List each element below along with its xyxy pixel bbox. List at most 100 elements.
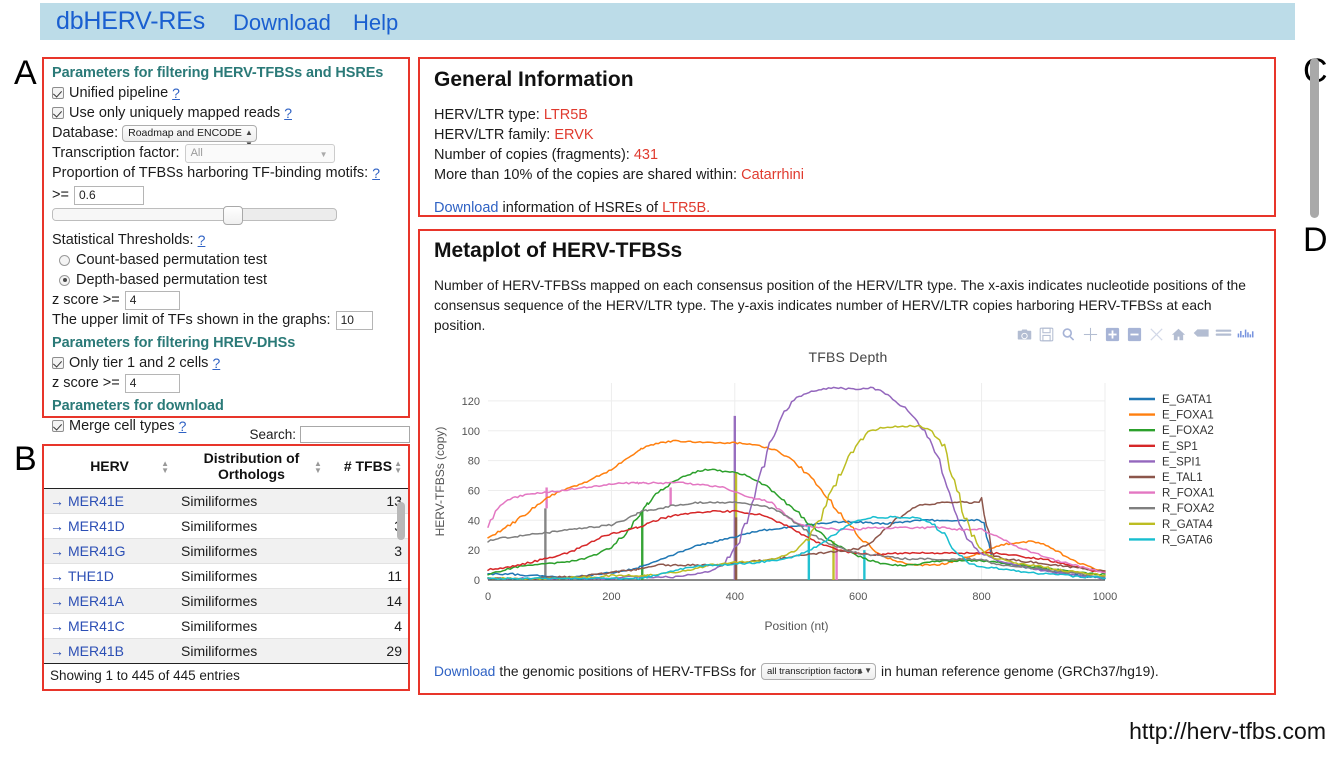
proportion-slider-thumb[interactable]	[223, 206, 243, 225]
only-tier-help-icon[interactable]: ?	[212, 353, 220, 373]
table-row[interactable]: →MER41DSimiliformes3	[44, 514, 408, 539]
dhs-section-heading: Parameters for filtering HREV-DHSs	[52, 335, 400, 351]
autoscale-icon[interactable]	[1149, 327, 1164, 342]
plotly-modebar[interactable]	[1017, 327, 1252, 342]
legend-item-e_tal1[interactable]: E_TAL1	[1129, 472, 1203, 484]
home-reset-icon[interactable]	[1171, 327, 1186, 342]
unique-reads-checkbox[interactable]	[52, 107, 64, 119]
cell-herv[interactable]: →MER41G	[44, 539, 175, 564]
depth-based-radio[interactable]	[59, 275, 70, 286]
count-based-label: Count-based permutation test	[76, 250, 267, 270]
legend-item-e_spi1[interactable]: E_SPI1	[1129, 456, 1201, 468]
only-tier-row[interactable]: Only tier 1 and 2 cells ?	[52, 353, 400, 373]
herv-link[interactable]: MER41E	[68, 493, 124, 509]
legend-item-r_gata4[interactable]: R_GATA4	[1129, 519, 1213, 531]
herv-table-head: HERV ▲▼ Distribution of Orthologs ▲▼ # T…	[44, 446, 408, 489]
column-header-herv[interactable]: HERV ▲▼	[44, 446, 175, 489]
table-row[interactable]: →MER41GSimiliformes3	[44, 539, 408, 564]
nav-link-download[interactable]: Download	[233, 10, 331, 36]
compare-data-icon[interactable]	[1215, 327, 1230, 342]
herv-link[interactable]: MER41C	[68, 618, 125, 634]
herv-link[interactable]: MER41A	[68, 593, 124, 609]
table-scrollbar[interactable]	[397, 502, 405, 540]
cell-orthologs: Similiformes	[175, 639, 328, 664]
site-url: http://herv-tfbs.com	[1129, 718, 1326, 745]
search-input[interactable]	[300, 426, 410, 443]
browser-scrollbar[interactable]	[1310, 58, 1319, 218]
database-select-value: Roadmap and ENCODE	[128, 127, 242, 139]
column-header-orthologs[interactable]: Distribution of Orthologs ▲▼	[175, 446, 328, 489]
unique-reads-row[interactable]: Use only uniquely mapped reads ?	[52, 103, 400, 123]
legend-item-r_foxa1[interactable]: R_FOXA1	[1129, 488, 1214, 500]
proportion-slider-fill	[53, 209, 229, 220]
svg-text:600: 600	[849, 591, 867, 603]
tfbs-download-link[interactable]: Download	[434, 664, 495, 679]
copies-label: Number of copies (fragments):	[434, 147, 630, 163]
table-row[interactable]: →MER41ASimiliformes14	[44, 589, 408, 614]
legend-item-r_gata6[interactable]: R_GATA6	[1129, 534, 1213, 546]
cell-herv[interactable]: →MER41E	[44, 489, 175, 514]
column-header-tfbs[interactable]: # TFBS ▲▼	[328, 446, 408, 489]
table-row[interactable]: →THE1DSimiliformes11	[44, 564, 408, 589]
legend-item-e_gata1[interactable]: E_GATA1	[1129, 394, 1212, 406]
cell-herv[interactable]: →THE1D	[44, 564, 175, 589]
pan-icon[interactable]	[1083, 327, 1098, 342]
cell-herv[interactable]: →MER41B	[44, 639, 175, 664]
zscore-input[interactable]: 4	[125, 291, 180, 310]
sort-icon[interactable]: ▲▼	[161, 460, 169, 474]
toggle-spike-icon[interactable]	[1193, 327, 1208, 342]
unified-pipeline-row[interactable]: Unified pipeline ?	[52, 83, 400, 103]
transcription-factor-row: Transcription factor: All ▼	[52, 143, 400, 163]
save-disk-icon[interactable]	[1039, 327, 1054, 342]
cell-herv[interactable]: →MER41D	[44, 514, 175, 539]
nav-link-help[interactable]: Help	[353, 10, 398, 36]
sort-icon[interactable]: ▲▼	[394, 460, 402, 474]
chart-svg[interactable]: 02040608010012002004006008001000Position…	[428, 373, 1268, 638]
herv-family-value: ERVK	[554, 127, 593, 143]
transcription-factor-select[interactable]: All ▼	[185, 144, 335, 163]
table-row[interactable]: →MER41ESimiliformes13	[44, 489, 408, 514]
herv-link[interactable]: THE1D	[68, 568, 114, 584]
proportion-help-icon[interactable]: ?	[372, 163, 380, 183]
only-tier-checkbox[interactable]	[52, 357, 64, 369]
count-based-row[interactable]: Count-based permutation test	[52, 250, 400, 270]
herv-type-row: HERV/LTR type: LTR5B	[434, 106, 1274, 125]
legend-label: E_FOXA1	[1162, 410, 1214, 422]
hsre-download-link[interactable]: Download	[434, 200, 499, 216]
tf-limit-input[interactable]: 10	[336, 311, 373, 330]
database-select[interactable]: Roadmap and ENCODE ▲▼	[122, 125, 257, 142]
metaplot-chart[interactable]: TFBS Depth 02040608010012002004006008001…	[428, 349, 1268, 649]
unique-reads-help-icon[interactable]: ?	[284, 103, 292, 123]
legend-item-e_sp1[interactable]: E_SP1	[1129, 441, 1198, 453]
database-label: Database:	[52, 123, 118, 143]
herv-link[interactable]: MER41D	[68, 518, 125, 534]
brand-logo[interactable]: dbHERV-REs	[56, 7, 205, 36]
unified-pipeline-help-icon[interactable]: ?	[172, 83, 180, 103]
camera-icon[interactable]	[1017, 327, 1032, 342]
zoom-out-icon[interactable]	[1127, 327, 1142, 342]
zoom-in-icon[interactable]	[1105, 327, 1120, 342]
cell-herv[interactable]: →MER41A	[44, 589, 175, 614]
legend-item-e_foxa1[interactable]: E_FOXA1	[1129, 410, 1214, 422]
depth-based-row[interactable]: Depth-based permutation test	[52, 270, 400, 290]
legend-item-e_foxa2[interactable]: E_FOXA2	[1129, 425, 1214, 437]
cell-herv[interactable]: →MER41C	[44, 614, 175, 639]
proportion-slider[interactable]	[52, 208, 337, 221]
proportion-gte-label: >=	[52, 185, 69, 205]
table-row[interactable]: →MER41BSimiliformes29	[44, 639, 408, 664]
transcription-factor-download-select[interactable]: all transcription factors ▲▼	[761, 663, 876, 680]
herv-link[interactable]: MER41B	[68, 643, 124, 659]
sort-icon[interactable]: ▲▼	[314, 460, 322, 474]
herv-link[interactable]: MER41G	[68, 543, 126, 559]
plotly-logo-icon[interactable]	[1237, 327, 1252, 342]
legend-item-r_foxa2[interactable]: R_FOXA2	[1129, 503, 1214, 515]
dhs-zscore-row: z score >= 4	[52, 373, 400, 393]
proportion-input[interactable]: 0.6	[74, 186, 144, 205]
count-based-radio[interactable]	[59, 255, 70, 266]
table-row[interactable]: →MER41CSimiliformes4	[44, 614, 408, 639]
dhs-zscore-input[interactable]: 4	[125, 374, 180, 393]
unified-pipeline-checkbox[interactable]	[52, 87, 64, 99]
row-arrow-icon: →	[50, 543, 64, 559]
zoom-icon[interactable]	[1061, 327, 1076, 342]
statistical-thresholds-help-icon[interactable]: ?	[198, 230, 206, 250]
